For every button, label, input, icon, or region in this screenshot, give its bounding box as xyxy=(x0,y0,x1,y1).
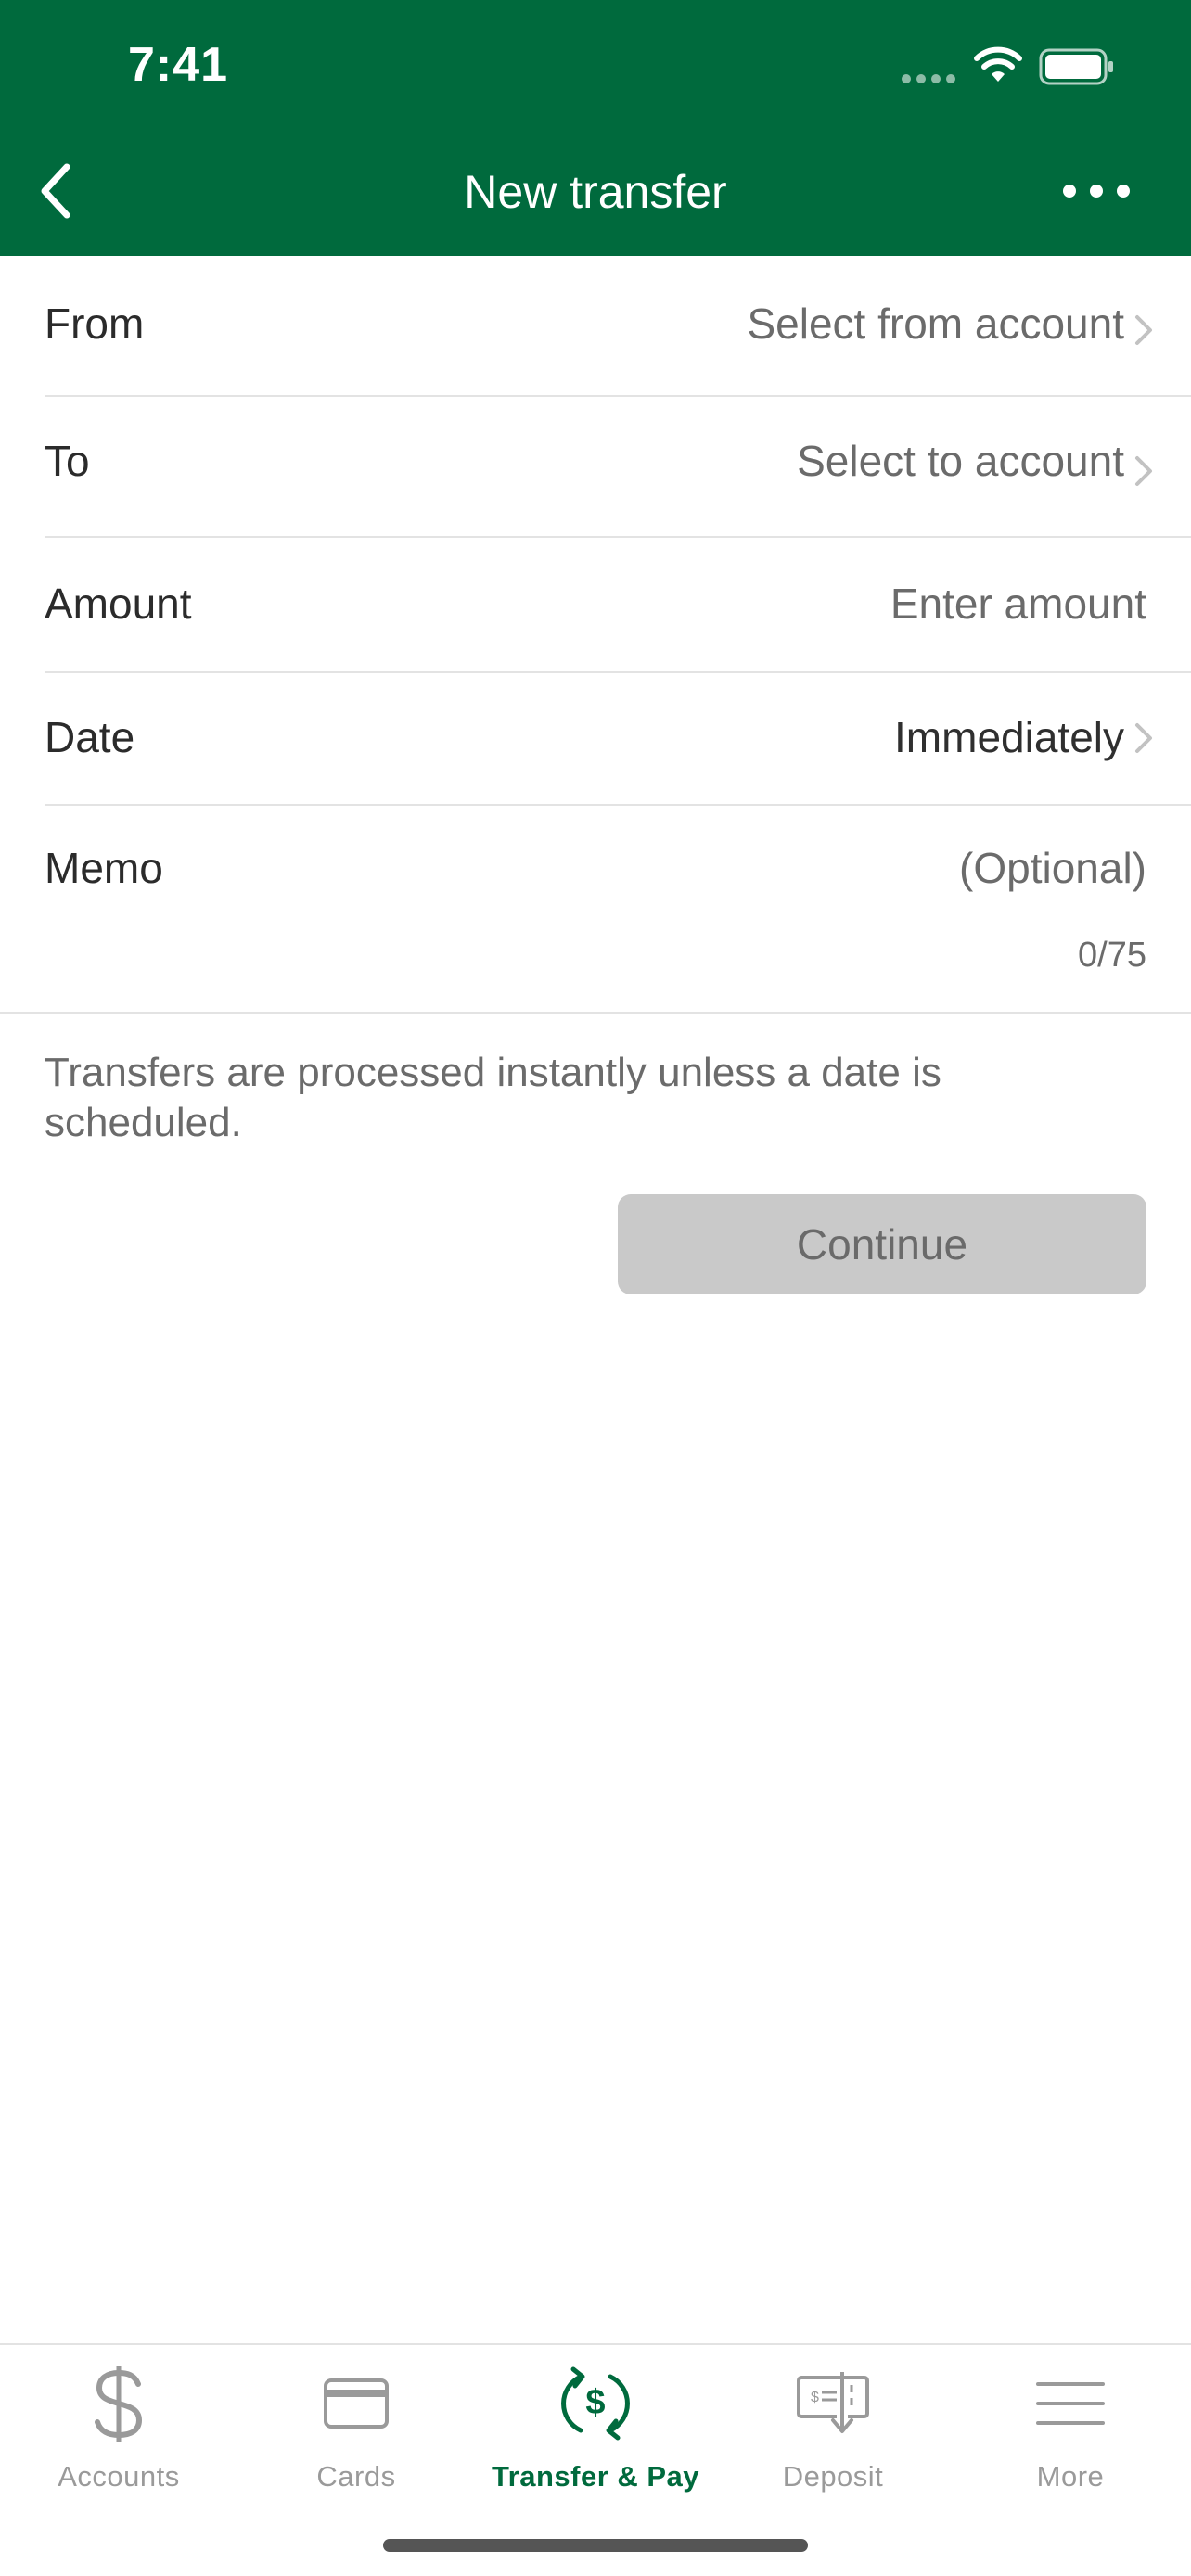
tab-cards[interactable]: Cards xyxy=(237,2345,475,2503)
tab-label: Accounts xyxy=(58,2460,180,2493)
new-transfer-screen: 7:41 New transfer From Select from accou… xyxy=(0,0,1191,2576)
page-title: New transfer xyxy=(464,166,727,218)
to-label: To xyxy=(45,437,90,485)
from-label: From xyxy=(45,300,145,348)
amount-row[interactable]: Amount Enter amount xyxy=(45,538,1191,673)
tab-deposit[interactable]: $ Deposit xyxy=(714,2345,952,2503)
date-label: Date xyxy=(45,713,135,761)
from-account-value: Select from account xyxy=(747,300,1124,348)
transfer-dollar-icon: $ xyxy=(554,2362,637,2445)
memo-input[interactable]: (Optional) xyxy=(959,843,1146,893)
chevron-right-icon xyxy=(1135,723,1152,753)
chevron-right-icon xyxy=(1135,456,1152,486)
tab-label: Cards xyxy=(316,2460,396,2493)
dollar-icon xyxy=(77,2362,160,2445)
header: 7:41 New transfer xyxy=(0,0,1191,256)
tab-label: Deposit xyxy=(782,2460,884,2493)
tab-label: More xyxy=(1036,2460,1105,2493)
ellipsis-icon xyxy=(1063,185,1076,198)
tab-transfer-pay[interactable]: $ Transfer & Pay xyxy=(477,2345,714,2503)
date-value: Immediately xyxy=(894,713,1124,761)
continue-button[interactable]: Continue xyxy=(618,1194,1146,1294)
svg-text:$: $ xyxy=(811,2390,819,2405)
wifi-icon xyxy=(974,46,1022,82)
to-account-row[interactable]: To Select to account xyxy=(45,397,1191,538)
chevron-right-icon xyxy=(1135,315,1152,345)
tab-label: Transfer & Pay xyxy=(491,2460,700,2493)
svg-text:$: $ xyxy=(585,2383,605,2422)
tab-accounts[interactable]: Accounts xyxy=(0,2345,237,2503)
more-options-button[interactable] xyxy=(1063,172,1130,210)
transfer-info-text: Transfers are processed instantly unless… xyxy=(45,1050,941,1145)
memo-label: Memo xyxy=(45,844,163,892)
check-deposit-icon: $ xyxy=(791,2362,875,2445)
status-time: 7:41 xyxy=(128,38,229,92)
amount-label: Amount xyxy=(45,580,192,628)
tab-more[interactable]: More xyxy=(952,2345,1189,2503)
home-indicator[interactable] xyxy=(383,2539,808,2552)
to-account-value: Select to account xyxy=(797,437,1124,485)
memo-row[interactable]: Memo (Optional) 0/75 xyxy=(0,806,1191,1014)
battery-icon xyxy=(1039,48,1113,85)
card-icon xyxy=(314,2362,398,2445)
date-row[interactable]: Date Immediately xyxy=(45,673,1191,806)
cellular-signal-icon xyxy=(902,74,955,83)
memo-character-counter: 0/75 xyxy=(1078,936,1146,975)
from-account-row[interactable]: From Select from account xyxy=(45,256,1191,397)
amount-input[interactable]: Enter amount xyxy=(890,579,1146,629)
menu-icon xyxy=(1029,2362,1112,2445)
